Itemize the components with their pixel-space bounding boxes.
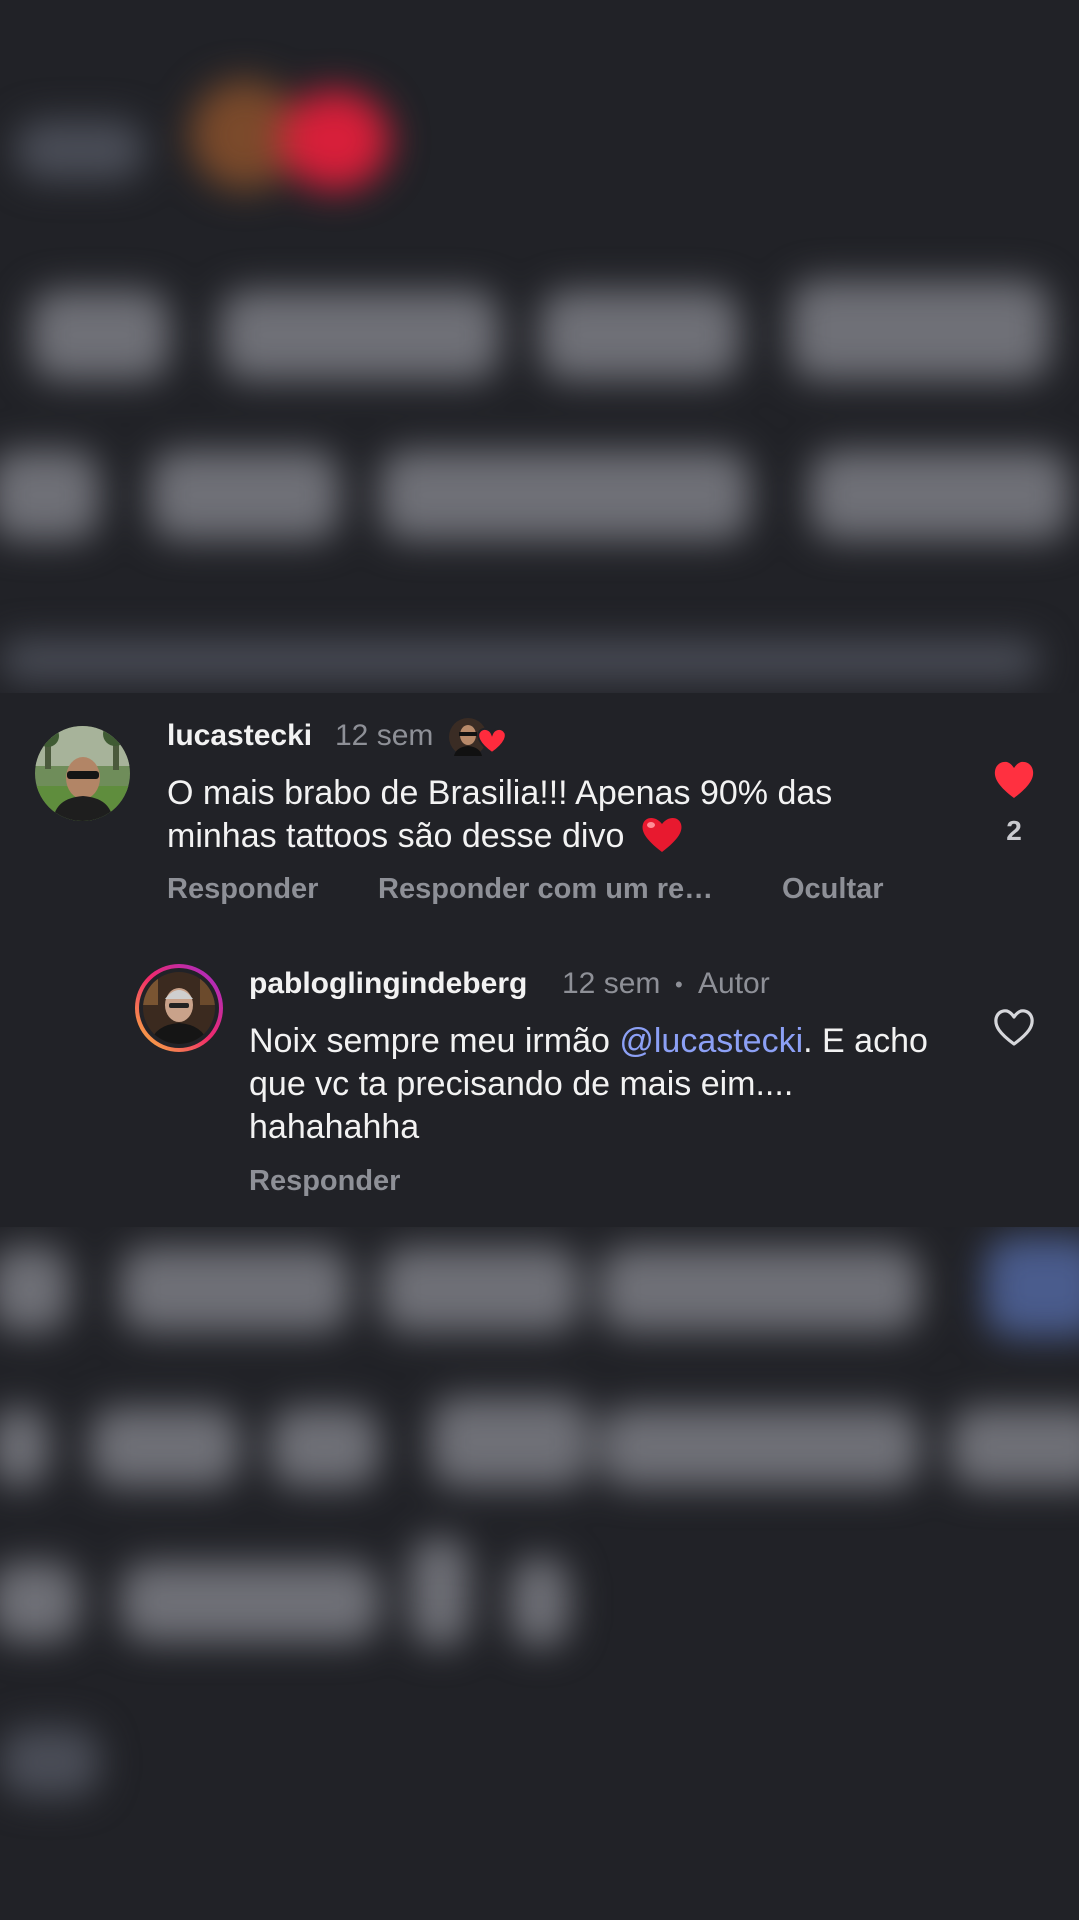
comment-timestamp: 12 sem bbox=[335, 719, 434, 752]
avatar-pabloglingindeberg[interactable] bbox=[134, 963, 224, 1053]
like-count: 2 bbox=[1006, 815, 1022, 846]
avatar-lucastecki[interactable] bbox=[35, 726, 130, 821]
reply-with-button[interactable]: Responder com um re… bbox=[378, 873, 713, 906]
like-heart-filled-icon[interactable] bbox=[992, 760, 1036, 800]
comment-username[interactable]: lucastecki bbox=[167, 719, 312, 753]
reply-username[interactable]: pabloglingindeberg bbox=[249, 967, 527, 1001]
red-heart-emoji bbox=[642, 817, 682, 852]
reply-text: Noix sempre meu irmão @lucastecki. E ach… bbox=[249, 1022, 928, 1146]
user-photo-icon bbox=[35, 726, 130, 821]
blurred-background-bottom bbox=[0, 1227, 1079, 1920]
comment-text: O mais brabo de Brasilia!!! Apenas 90% d… bbox=[167, 774, 833, 855]
blurred-background-top bbox=[0, 0, 1079, 693]
reply-button[interactable]: Responder bbox=[167, 873, 318, 906]
reply-to-reply-button[interactable]: Responder bbox=[249, 1165, 400, 1198]
author-liked-badge bbox=[448, 715, 510, 759]
meta-separator: • bbox=[675, 972, 683, 997]
comment-thread-card: lucastecki 12 sem O mais brabo de Brasil… bbox=[0, 693, 1079, 1227]
author-label: Autor bbox=[698, 967, 770, 1000]
like-heart-outline-icon[interactable] bbox=[992, 1008, 1036, 1048]
reply-timestamp: 12 sem bbox=[562, 967, 661, 1000]
hide-button[interactable]: Ocultar bbox=[782, 873, 884, 906]
mention-link[interactable]: @lucastecki bbox=[619, 1022, 803, 1060]
story-ring-avatar-icon bbox=[135, 964, 223, 1052]
